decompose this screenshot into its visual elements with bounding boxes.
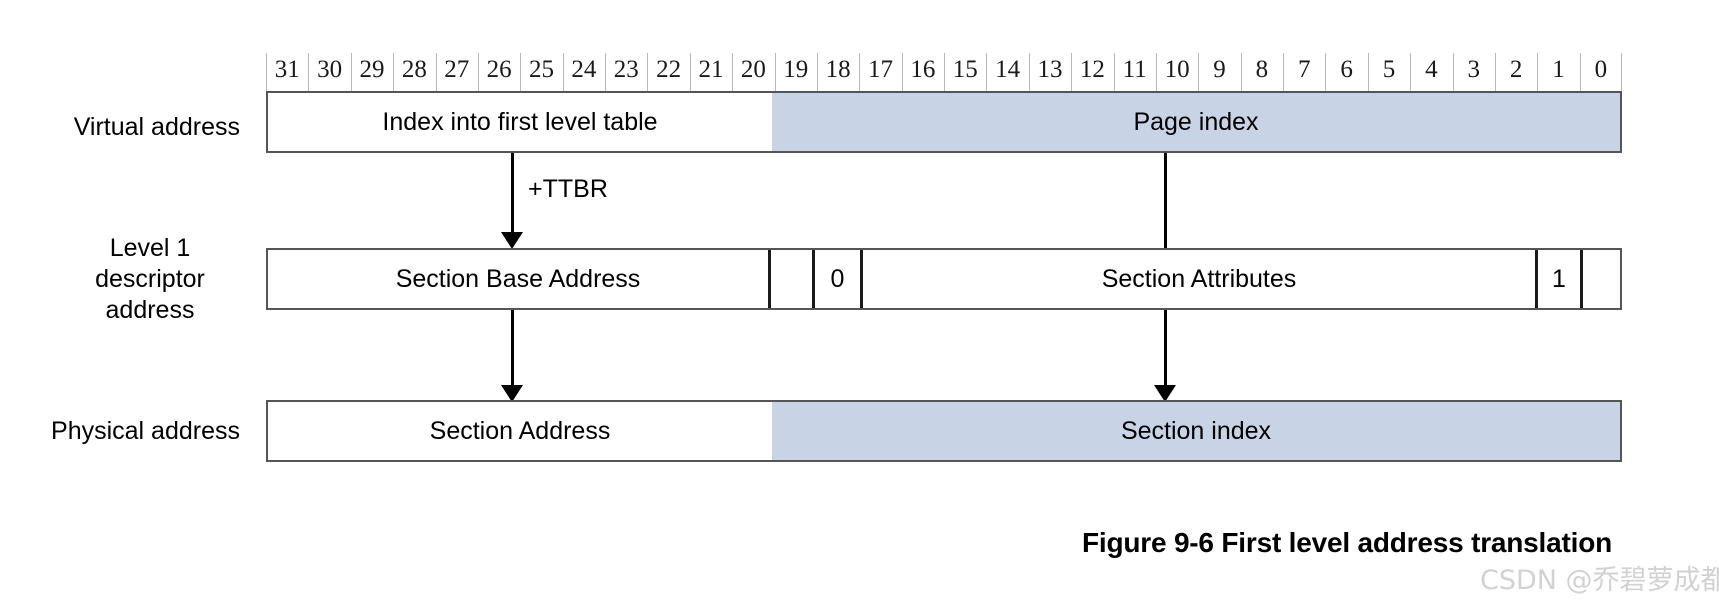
field-reserved-cell-a: [768, 250, 812, 308]
bit-label-6: 6: [1325, 48, 1367, 91]
bit-label-28: 28: [393, 48, 435, 91]
field-zero-bit-cell: 0: [812, 250, 860, 308]
bit-label-1: 1: [1537, 48, 1579, 91]
field-section-base-address: Section Base Address: [395, 264, 641, 293]
bit-label-22: 22: [647, 48, 689, 91]
bit-label-19: 19: [774, 48, 817, 91]
csdn-watermark: CSDN @乔碧萝成都分萝: [1480, 565, 1719, 596]
figure-first-level-address-translation: 31 30 29 28 27 26 25 24 23 22 21 20 19 1…: [0, 0, 1719, 606]
field-section-attributes: Section Attributes: [860, 250, 1535, 308]
bit-label-8: 8: [1240, 48, 1283, 91]
page-index-arrow-upper-line: [1164, 153, 1167, 248]
bit-label-24: 24: [562, 48, 605, 91]
field-index-into-first-level-table: Index into first level table: [382, 107, 658, 136]
index-to-descriptor-arrow-head: [501, 232, 523, 249]
bit-label-0: 0: [1579, 48, 1623, 91]
physical-address-bar: Section Address Section index: [266, 400, 1622, 462]
bit-label-7: 7: [1283, 48, 1325, 91]
row-label-virtual-address: Virtual address: [73, 113, 240, 141]
page-index-arrow-lower-line: [1164, 310, 1167, 395]
bit-label-20: 20: [732, 48, 774, 91]
bit-label-29: 29: [350, 48, 393, 91]
row-label-line-1: Level 1: [109, 234, 191, 262]
bit-label-31: 31: [266, 48, 308, 91]
bit-label-13: 13: [1028, 48, 1071, 91]
field-section-address: Section Address: [429, 416, 611, 445]
level-1-descriptor-bar: Section Base Address 0 Section Attribute…: [266, 248, 1622, 310]
bit-label-17: 17: [859, 48, 901, 91]
bit-label-5: 5: [1367, 48, 1410, 91]
bit-label-14: 14: [986, 48, 1028, 91]
bit-label-18: 18: [816, 48, 859, 91]
field-reserved-cell-b: [1580, 250, 1620, 308]
row-label-line-2: descriptor: [95, 265, 205, 293]
field-page-index: Page index: [772, 93, 1620, 151]
field-one-bit-cell: 1: [1535, 250, 1580, 308]
bit-label-11: 11: [1113, 48, 1156, 91]
bit-label-15: 15: [944, 48, 986, 91]
bit-label-26: 26: [477, 48, 520, 91]
bit-label-23: 23: [605, 48, 647, 91]
descriptor-to-section-address-arrow-line: [511, 310, 514, 395]
row-label-physical-address: Physical address: [51, 417, 240, 445]
bit-label-30: 30: [308, 48, 350, 91]
bit-label-25: 25: [520, 48, 562, 91]
row-label-level-1-descriptor-address: Level 1 descriptor address: [60, 233, 240, 326]
row-label-line-3: address: [105, 296, 195, 324]
bit-label-21: 21: [689, 48, 732, 91]
bit-label-4: 4: [1410, 48, 1452, 91]
bit-ruler: 31 30 29 28 27 26 25 24 23 22 21 20 19 1…: [266, 48, 1623, 91]
annotation-ttbr-offset: +TTBR: [528, 175, 608, 203]
figure-caption: Figure 9-6 First level address translati…: [1082, 527, 1612, 558]
field-section-index: Section index: [772, 402, 1620, 460]
bit-label-27: 27: [435, 48, 478, 91]
bit-label-2: 2: [1494, 48, 1537, 91]
bit-label-3: 3: [1452, 48, 1495, 91]
virtual-address-bar: Index into first level table Page index: [266, 91, 1622, 153]
bit-label-16: 16: [901, 48, 944, 91]
bit-label-12: 12: [1071, 48, 1113, 91]
bit-label-9: 9: [1198, 48, 1240, 91]
bit-label-10: 10: [1155, 48, 1198, 91]
